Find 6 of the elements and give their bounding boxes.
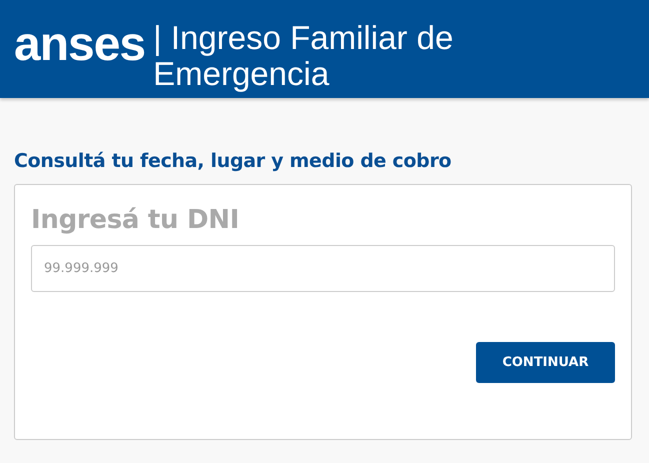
dni-input-field[interactable]: 99.999.999 <box>31 245 615 292</box>
site-title: | Ingreso Familiar de Emergencia <box>153 20 454 92</box>
page-heading: Consultá tu fecha, lugar y medio de cobro <box>14 150 452 172</box>
logo: anses <box>14 17 146 73</box>
continue-button[interactable]: CONTINUAR <box>476 342 615 383</box>
card-title: Ingresá tu DNI <box>31 205 240 235</box>
